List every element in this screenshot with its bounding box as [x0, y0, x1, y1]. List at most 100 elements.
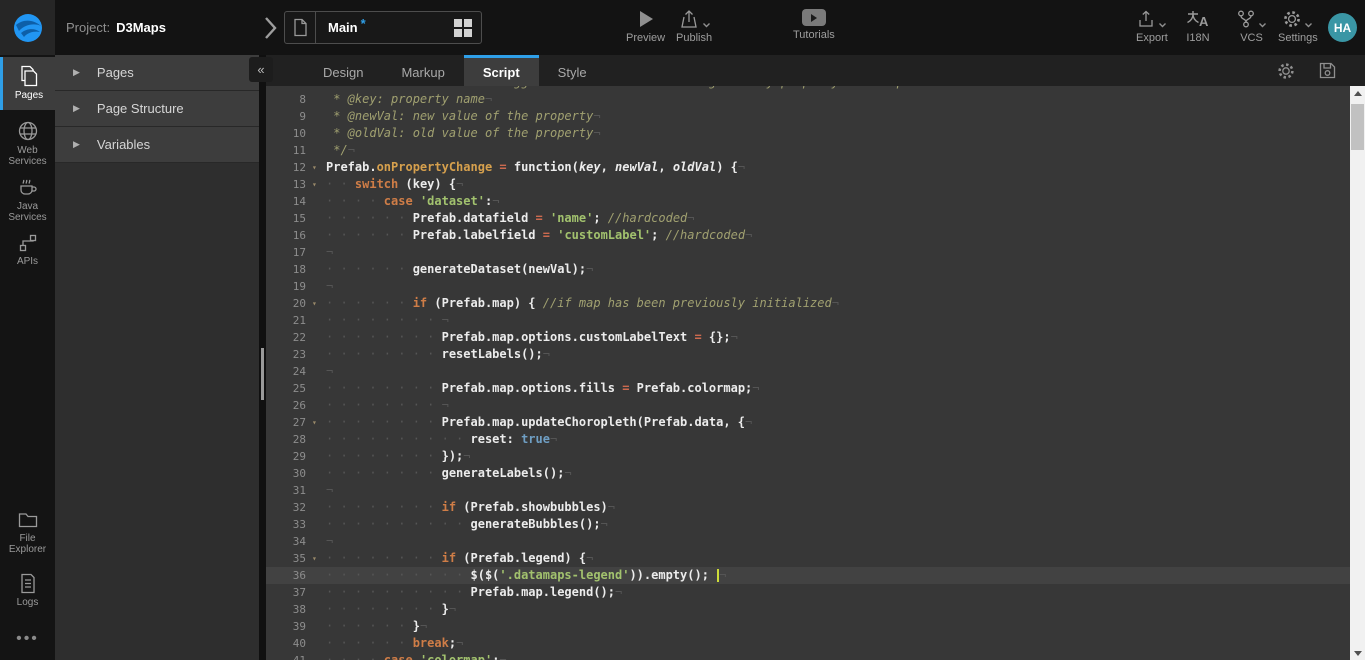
- code-line-24[interactable]: 24¬: [266, 363, 1350, 380]
- tutorials-button[interactable]: Tutorials: [793, 9, 835, 41]
- code-line-39[interactable]: 39 · · · · · · }¬: [266, 618, 1350, 635]
- code-text: Prefab.onPropertyChange = function(key, …: [326, 159, 745, 176]
- code-line-33[interactable]: 33· · · · · · · · · · generateBubbles();…: [266, 516, 1350, 533]
- pages-panel: ▶ Pages ▶ Page Structure ▶ Variables: [55, 55, 259, 660]
- branch-icon: [1236, 9, 1256, 29]
- code-line-18[interactable]: 18· · · · · · generateDataset(newVal);¬: [266, 261, 1350, 278]
- code-text: * @newVal: new value of the property¬: [326, 108, 601, 125]
- code-line-11[interactable]: 11 */¬: [266, 142, 1350, 159]
- code-text: · · · · · · if (Prefab.map) { //if map h…: [326, 295, 839, 312]
- code-line-14[interactable]: 14· · · · case 'dataset':¬: [266, 193, 1350, 210]
- code-line-27[interactable]: 27▾· · · · · · · · Prefab.map.updateChor…: [266, 414, 1350, 431]
- sidebar-item-pages[interactable]: Pages: [0, 57, 55, 110]
- publish-button[interactable]: Publish: [676, 9, 712, 44]
- line-number: 15: [266, 210, 312, 227]
- line-number: 9: [266, 108, 312, 125]
- code-line-17[interactable]: 17¬: [266, 244, 1350, 261]
- code-text: · · · · · · }¬: [326, 618, 427, 635]
- fold-gutter: [312, 448, 326, 465]
- accordion-variables[interactable]: ▶ Variables: [55, 127, 259, 163]
- sidebar-item-file-explorer[interactable]: File Explorer: [0, 502, 55, 560]
- sidebar-item-label: Web Services: [0, 145, 55, 167]
- editor-scrollbar-thumb[interactable]: [1351, 104, 1364, 150]
- code-line-25[interactable]: 25· · · · · · · · Prefab.map.options.fil…: [266, 380, 1350, 397]
- code-line-38[interactable]: 38· · · · · · · · }¬: [266, 601, 1350, 618]
- code-line-22[interactable]: 22· · · · · · · · Prefab.map.options.cus…: [266, 329, 1350, 346]
- code-line-20[interactable]: 20▾· · · · · · if (Prefab.map) { //if ma…: [266, 295, 1350, 312]
- line-number: 19: [266, 278, 312, 295]
- code-line-35[interactable]: 35▾· · · · · · · · if (Prefab.legend) {¬: [266, 550, 1350, 567]
- line-number: 33: [266, 516, 312, 533]
- code-line-10[interactable]: 10 * @oldVal: old value of the property¬: [266, 125, 1350, 142]
- sidebar-item-java-services[interactable]: Java Services: [0, 168, 55, 224]
- tab-style[interactable]: Style: [539, 55, 606, 86]
- code-line-34[interactable]: 34¬: [266, 533, 1350, 550]
- code-line-41[interactable]: 41· · · · case 'colormap':¬: [266, 652, 1350, 660]
- code-line-30[interactable]: 30· · · · · · · · generateLabels();¬: [266, 465, 1350, 482]
- code-line-8[interactable]: 8 * @key: property name¬: [266, 91, 1350, 108]
- fold-arrow-icon[interactable]: ▾: [312, 295, 326, 312]
- chevron-down-icon: [702, 22, 711, 29]
- open-page-tab[interactable]: Main *: [284, 11, 482, 44]
- code-line-15[interactable]: 15· · · · · · Prefab.datafield = 'name';…: [266, 210, 1350, 227]
- fold-gutter: [312, 261, 326, 278]
- sidebar-item-apis[interactable]: APIs: [0, 225, 55, 271]
- line-number: 39: [266, 618, 312, 635]
- code-line-40[interactable]: 40· · · · · · break;¬: [266, 635, 1350, 652]
- code-line-32[interactable]: 32· · · · · · · · if (Prefab.showbubbles…: [266, 499, 1350, 516]
- accordion-pages[interactable]: ▶ Pages: [55, 55, 259, 91]
- preview-button[interactable]: Preview: [626, 9, 665, 44]
- save-icon[interactable]: [1318, 61, 1337, 80]
- tab-design[interactable]: Design: [304, 55, 382, 86]
- code-line-12[interactable]: 12▾Prefab.onPropertyChange = function(ke…: [266, 159, 1350, 176]
- export-button[interactable]: Export: [1136, 9, 1168, 44]
- code-line-31[interactable]: 31¬: [266, 482, 1350, 499]
- line-number: 14: [266, 193, 312, 210]
- script-code-editor[interactable]: 7 * this method will be triggered when t…: [266, 86, 1350, 660]
- code-text: · · · · · · · · generateLabels();¬: [326, 465, 572, 482]
- code-line-37[interactable]: 37· · · · · · · · · · Prefab.map.legend(…: [266, 584, 1350, 601]
- fold-gutter: [312, 346, 326, 363]
- accordion-arrow-icon: ▶: [73, 67, 80, 78]
- tab-script[interactable]: Script: [464, 55, 539, 86]
- fold-arrow-icon[interactable]: ▾: [312, 550, 326, 567]
- code-text: * @key: property name¬: [326, 91, 492, 108]
- editor-settings-gear-icon[interactable]: [1276, 61, 1296, 81]
- i18n-button[interactable]: A I18N: [1186, 9, 1210, 44]
- sidebar-more-button[interactable]: •••: [0, 630, 55, 648]
- api-nodes-icon: [18, 233, 38, 253]
- code-line-19[interactable]: 19¬: [266, 278, 1350, 295]
- code-line-21[interactable]: 21· · · · · · · · ¬: [266, 312, 1350, 329]
- pages-grid-button[interactable]: [454, 19, 472, 37]
- code-line-28[interactable]: 28· · · · · · · · · · reset: true¬: [266, 431, 1350, 448]
- fold-arrow-icon[interactable]: ▾: [312, 414, 326, 431]
- code-line-23[interactable]: 23· · · · · · · · resetLabels();¬: [266, 346, 1350, 363]
- code-line-9[interactable]: 9 * @newVal: new value of the property¬: [266, 108, 1350, 125]
- code-line-13[interactable]: 13▾· · switch (key) {¬: [266, 176, 1350, 193]
- code-line-36[interactable]: 36· · · · · · · · · · $($('.datamaps-leg…: [266, 567, 1350, 584]
- line-number: 26: [266, 397, 312, 414]
- scroll-down-arrow[interactable]: [1350, 646, 1365, 660]
- code-text: · · switch (key) {¬: [326, 176, 463, 193]
- code-line-16[interactable]: 16· · · · · · Prefab.labelfield = 'custo…: [266, 227, 1350, 244]
- fold-arrow-icon[interactable]: ▾: [312, 159, 326, 176]
- code-line-26[interactable]: 26· · · · · · · · ¬: [266, 397, 1350, 414]
- code-line-29[interactable]: 29· · · · · · · · });¬: [266, 448, 1350, 465]
- user-avatar[interactable]: HA: [1328, 13, 1357, 42]
- tutorials-label: Tutorials: [793, 29, 835, 41]
- vcs-button[interactable]: VCS: [1236, 9, 1267, 44]
- page-file-icon: [285, 12, 316, 43]
- wavemaker-logo[interactable]: [0, 0, 55, 55]
- code-text: · · · · · · · · ¬: [326, 312, 449, 329]
- sidebar-item-logs[interactable]: Logs: [0, 565, 55, 613]
- settings-button[interactable]: Settings: [1278, 9, 1318, 44]
- scroll-up-arrow[interactable]: [1350, 86, 1365, 100]
- tab-markup[interactable]: Markup: [382, 55, 463, 86]
- editor-scrollbar[interactable]: [1350, 86, 1365, 660]
- fold-arrow-icon[interactable]: ▾: [312, 176, 326, 193]
- panel-scrollbar-thumb[interactable]: [261, 348, 264, 400]
- panel-collapse-button[interactable]: «: [249, 57, 273, 82]
- fold-gutter: [312, 567, 326, 584]
- accordion-page-structure[interactable]: ▶ Page Structure: [55, 91, 259, 127]
- sidebar-item-web-services[interactable]: Web Services: [0, 112, 55, 168]
